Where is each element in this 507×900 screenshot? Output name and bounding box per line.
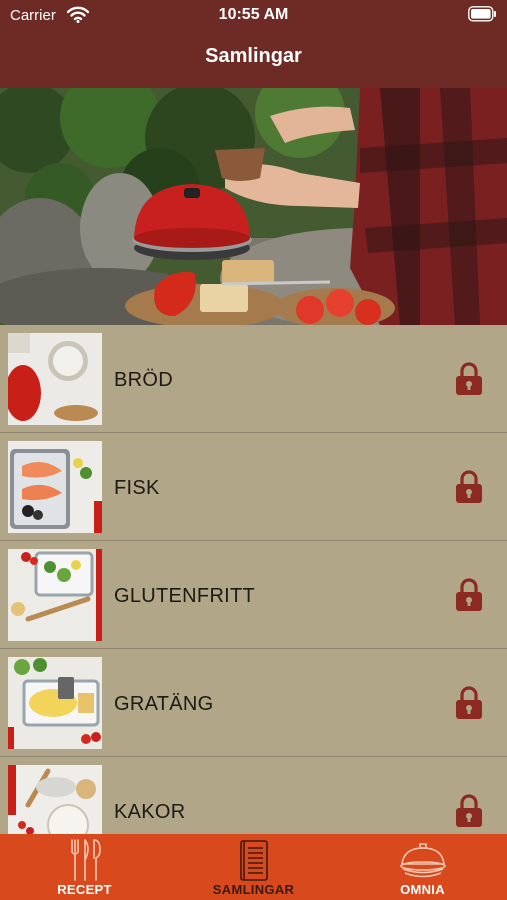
lock-icon bbox=[456, 686, 482, 719]
collection-item-gratang[interactable]: GRATÄNG bbox=[0, 649, 507, 757]
clock: 10:55 AM bbox=[218, 6, 289, 23]
status-bar: Carrier 10:55 AM bbox=[0, 0, 507, 32]
page-title: Samlingar bbox=[205, 45, 302, 67]
tab-label: RECEPT bbox=[57, 882, 112, 897]
tab-recept[interactable]: RECEPT bbox=[0, 834, 169, 900]
omnia-oven-icon bbox=[400, 843, 446, 878]
collection-thumbnail bbox=[8, 765, 102, 834]
collection-label: FISK bbox=[114, 477, 160, 499]
tab-omnia[interactable]: OMNIA bbox=[338, 834, 507, 900]
lock-icon bbox=[456, 794, 482, 827]
tab-bar: RECEPT SAMLINGAR OMNIA bbox=[0, 834, 507, 900]
collection-thumbnail bbox=[8, 657, 102, 749]
hero-image bbox=[0, 88, 507, 325]
lock-icon bbox=[456, 362, 482, 395]
lock-icon bbox=[456, 578, 482, 611]
collection-item-brod[interactable]: BRÖD bbox=[0, 325, 507, 433]
collection-item-glutenfritt[interactable]: GLUTENFRITT bbox=[0, 541, 507, 649]
navigation-bar: Samlingar bbox=[0, 32, 507, 88]
collection-label: GRATÄNG bbox=[114, 693, 214, 715]
collection-label: BRÖD bbox=[114, 369, 173, 391]
collection-item-kakor[interactable]: KAKOR bbox=[0, 757, 507, 834]
tab-samlingar[interactable]: SAMLINGAR bbox=[169, 834, 338, 900]
tab-label: SAMLINGAR bbox=[212, 882, 295, 897]
collection-item-fisk[interactable]: FISK bbox=[0, 433, 507, 541]
collection-thumbnail bbox=[8, 333, 102, 425]
tab-label: OMNIA bbox=[400, 882, 445, 897]
collection-list: BRÖD FISK GLUTENFRITT GRATÄNG KAKOR bbox=[0, 325, 507, 834]
book-icon bbox=[240, 840, 268, 881]
collection-label: KAKOR bbox=[114, 801, 186, 823]
cutlery-icon bbox=[71, 839, 101, 881]
lock-icon bbox=[456, 470, 482, 503]
collection-label: GLUTENFRITT bbox=[114, 585, 256, 607]
collection-thumbnail bbox=[8, 549, 102, 641]
battery-icon bbox=[468, 6, 496, 22]
collection-thumbnail bbox=[8, 441, 102, 533]
